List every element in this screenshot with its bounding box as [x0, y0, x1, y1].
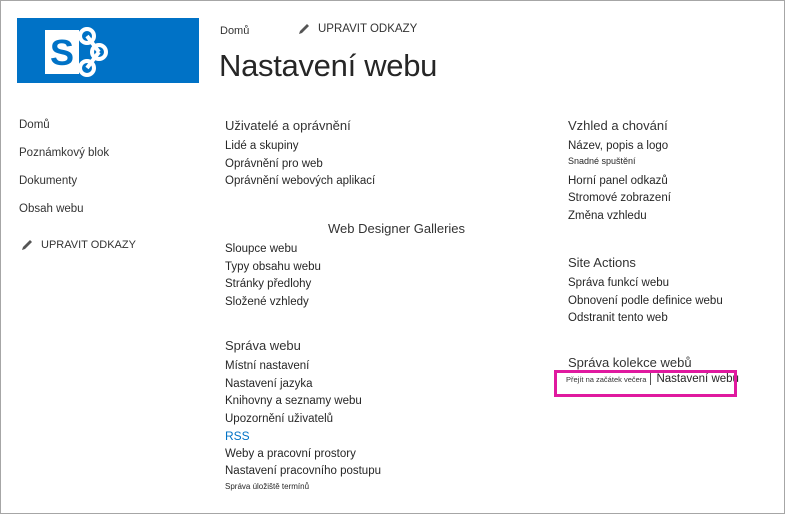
link-delete-site[interactable]: Odstranit tento web [568, 310, 723, 328]
section-web-designer-galleries: Web Designer Galleries Sloupce webu Typy… [225, 221, 465, 311]
link-composed-looks[interactable]: Složené vzhledy [225, 294, 465, 312]
link-reset-site-definition[interactable]: Obnovení podle definice webu [568, 293, 723, 311]
link-rss[interactable]: RSS [225, 428, 381, 446]
breadcrumb[interactable]: Domů [220, 25, 249, 37]
nav-item-notebook[interactable]: Poznámkový blok [19, 146, 109, 174]
link-regional-settings[interactable]: Místní nastavení [225, 358, 381, 376]
page-title: Nastavení webu [219, 48, 438, 83]
link-webapp-permissions[interactable]: Oprávnění webových aplikací [225, 173, 375, 191]
link-change-look[interactable]: Změna vzhledu [568, 208, 671, 226]
section-site-actions: Site Actions Správa funkcí webu Obnovení… [568, 255, 723, 328]
left-navigation: Domů Poznámkový blok Dokumenty Obsah web… [19, 118, 109, 230]
link-master-pages[interactable]: Stránky předlohy [225, 276, 465, 294]
highlight-box [554, 370, 737, 397]
link-site-columns[interactable]: Sloupce webu [225, 241, 465, 259]
nav-item-documents[interactable]: Dokumenty [19, 174, 109, 202]
section-site-administration: Správa webu Místní nastavení Nastavení j… [225, 338, 381, 493]
pencil-icon [22, 240, 32, 250]
link-language-settings[interactable]: Nastavení jazyka [225, 376, 381, 394]
section-title: Uživatelé a oprávnění [225, 118, 351, 133]
nav-item-home[interactable]: Domů [19, 118, 109, 146]
link-term-store[interactable]: Správa úložiště termínů [225, 481, 381, 493]
section-title: Site Actions [568, 255, 636, 270]
link-people-groups[interactable]: Lidé a skupiny [225, 138, 375, 156]
link-title-description-logo[interactable]: Název, popis a logo [568, 138, 671, 156]
link-content-types[interactable]: Typy obsahu webu [225, 259, 465, 277]
edit-links-label: UPRAVIT ODKAZY [318, 23, 418, 35]
link-manage-site-features[interactable]: Správa funkcí webu [568, 275, 723, 293]
section-title: Správa webu [225, 338, 301, 353]
link-site-libraries-lists[interactable]: Knihovny a seznamy webu [225, 393, 381, 411]
section-title: Vzhled a chování [568, 118, 668, 133]
section-look-and-feel: Vzhled a chování Název, popis a logo Sna… [568, 118, 671, 225]
section-users-permissions: Uživatelé a oprávnění Lidé a skupiny Opr… [225, 118, 375, 191]
nav-item-site-contents[interactable]: Obsah webu [19, 202, 109, 230]
link-site-permissions[interactable]: Oprávnění pro web [225, 156, 375, 174]
edit-links-label: UPRAVIT ODKAZY [41, 239, 136, 251]
link-tree-view[interactable]: Stromové zobrazení [568, 190, 671, 208]
pencil-icon [299, 24, 309, 34]
section-title: Správa kolekce webů [568, 355, 692, 370]
edit-links-left[interactable]: UPRAVIT ODKAZY [20, 238, 136, 252]
link-top-link-bar[interactable]: Horní panel odkazů [568, 173, 671, 191]
link-user-alerts[interactable]: Upozornění uživatelů [225, 411, 381, 429]
section-title: Web Designer Galleries [328, 221, 466, 236]
sharepoint-logo[interactable]: S [17, 18, 199, 83]
link-workflow-settings[interactable]: Nastavení pracovního postupu [225, 463, 381, 481]
edit-links-top[interactable]: UPRAVIT ODKAZY [297, 22, 417, 36]
link-sites-workspaces[interactable]: Weby a pracovní prostory [225, 446, 381, 464]
link-quick-launch[interactable]: Snadné spuštění [568, 156, 671, 167]
svg-text:S: S [50, 32, 74, 73]
sharepoint-logo-icon: S [45, 27, 108, 77]
